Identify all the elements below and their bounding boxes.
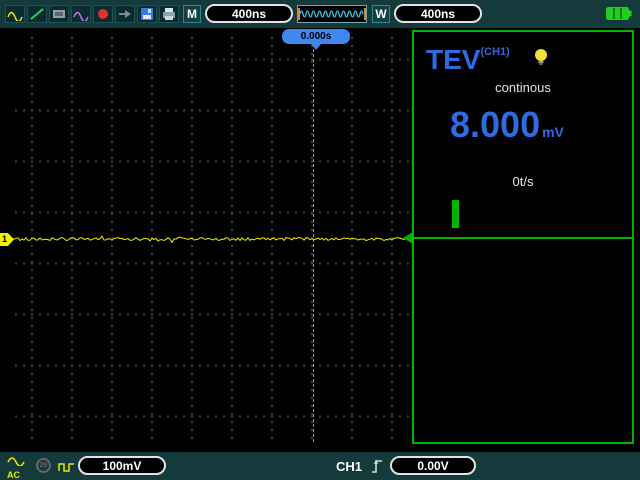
lightbulb-icon bbox=[532, 48, 550, 71]
measurement-panel: TEV(CH1) continous 8.000 mV 0t/s bbox=[403, 30, 634, 444]
bottom-status-bar: AC 20 100mV CH1 0.00V bbox=[0, 452, 640, 480]
ch1-trace bbox=[11, 232, 413, 246]
measurement-value-row: 8.000 mV bbox=[450, 104, 564, 146]
battery-icon bbox=[606, 7, 632, 25]
bandwidth-limit-icon: 20 bbox=[36, 458, 51, 473]
window-timebase-button[interactable]: W bbox=[372, 5, 390, 23]
window-timebase-value[interactable]: 400ns bbox=[394, 4, 482, 23]
xy-display-icon[interactable] bbox=[49, 5, 69, 23]
measurement-mode: continous bbox=[495, 80, 551, 95]
waveform-preview[interactable] bbox=[297, 5, 367, 23]
trigger-slope-icon bbox=[370, 457, 384, 480]
main-timebase-button[interactable]: M bbox=[183, 5, 201, 23]
measurement-channel: (CH1) bbox=[480, 46, 510, 58]
slope-icon[interactable] bbox=[27, 5, 47, 23]
save-icon[interactable] bbox=[137, 5, 157, 23]
math-waveform-icon[interactable] bbox=[71, 5, 91, 23]
trigger-level-value[interactable]: 0.00V bbox=[390, 456, 476, 475]
trigger-source-label: CH1 bbox=[336, 459, 363, 474]
record-icon[interactable] bbox=[93, 5, 113, 23]
ac-coupling-icon: AC bbox=[7, 453, 25, 480]
coupling-label: AC bbox=[7, 470, 20, 480]
measurement-rate: 0t/s bbox=[512, 174, 534, 189]
run-control-icon[interactable] bbox=[115, 5, 135, 23]
channel1-waveform-icon[interactable] bbox=[5, 5, 25, 23]
time-cursor-flag[interactable]: 0.000s bbox=[282, 29, 350, 44]
oscilloscope-screen: M 400ns W 400ns 0.000s 1 TEV(CH1) contin… bbox=[0, 0, 640, 480]
square-wave-probe-icon bbox=[58, 460, 75, 478]
print-icon[interactable] bbox=[159, 5, 179, 23]
measurement-name: TEV bbox=[426, 44, 481, 75]
top-toolbar: M 400ns W 400ns bbox=[0, 0, 640, 28]
main-timebase-value[interactable]: 400ns bbox=[205, 4, 293, 23]
measurement-value: 8.000 bbox=[450, 104, 541, 145]
measurement-title: TEV(CH1) bbox=[426, 44, 510, 76]
panel-divider bbox=[414, 237, 632, 239]
activity-indicator-bar bbox=[452, 200, 459, 228]
volts-per-div-value[interactable]: 100mV bbox=[78, 456, 166, 475]
measurement-unit: mV bbox=[542, 124, 564, 140]
